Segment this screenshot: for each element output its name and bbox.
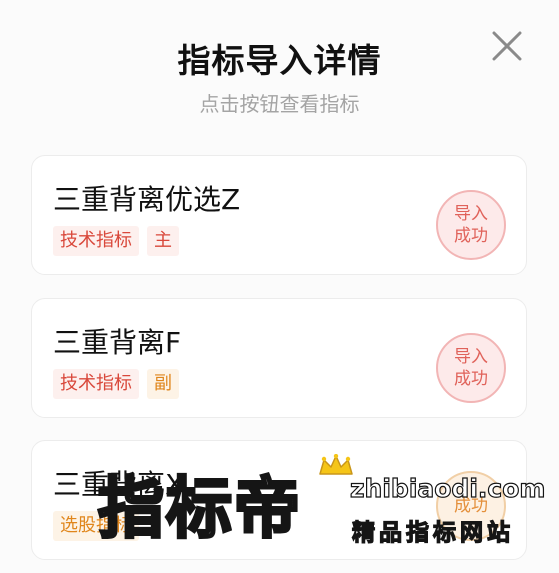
indicator-panel-tag: 主 bbox=[147, 226, 179, 256]
indicator-name: 三重背离X bbox=[53, 468, 185, 501]
close-icon[interactable] bbox=[489, 28, 525, 64]
indicator-name: 三重背离F bbox=[53, 326, 182, 359]
dialog-title: 指标导入详情 bbox=[177, 41, 382, 80]
indicator-type-tag: 技术指标 bbox=[53, 226, 139, 256]
indicator-type-tag: 选股指标 bbox=[53, 511, 139, 541]
import-success-stamp: 导入 成功 bbox=[436, 190, 506, 260]
import-success-stamp: 成功 bbox=[436, 471, 506, 541]
indicator-panel-tag: 副 bbox=[147, 369, 179, 399]
indicator-tags: 选股指标 bbox=[53, 511, 139, 541]
indicator-card[interactable]: 三重背离F 技术指标 副 导入 成功 bbox=[31, 298, 527, 418]
indicator-tags: 技术指标 副 bbox=[53, 369, 179, 399]
import-status-label: 成功 bbox=[454, 496, 488, 516]
indicator-type-tag: 技术指标 bbox=[53, 369, 139, 399]
import-success-stamp: 导入 成功 bbox=[436, 333, 506, 403]
import-status-label: 导入 成功 bbox=[454, 347, 488, 389]
indicator-card[interactable]: 三重背离X 选股指标 成功 bbox=[31, 440, 527, 560]
import-details-dialog: 指标导入详情 点击按钮查看指标 三重背离优选Z 技术指标 主 导入 成功 三重背… bbox=[0, 0, 559, 573]
indicator-name: 三重背离优选Z bbox=[53, 183, 241, 216]
indicator-card[interactable]: 三重背离优选Z 技术指标 主 导入 成功 bbox=[31, 155, 527, 275]
indicator-tags: 技术指标 主 bbox=[53, 226, 179, 256]
dialog-subtitle: 点击按钮查看指标 bbox=[199, 92, 360, 116]
import-status-label: 导入 成功 bbox=[454, 204, 488, 246]
